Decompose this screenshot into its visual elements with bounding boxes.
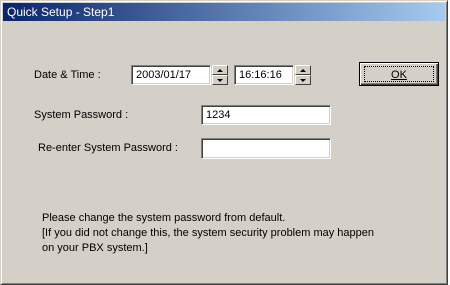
time-spin-down-button[interactable] [295,75,311,85]
ok-button[interactable]: OK [359,62,439,86]
title-bar[interactable]: Quick Setup - Step1 [3,3,445,21]
date-spin-down-button[interactable] [212,75,228,85]
quick-setup-dialog: Quick Setup - Step1 Date & Time : OK Sys… [0,0,448,285]
password-notice: Please change the system password from d… [42,211,374,256]
date-time-label: Date & Time : [34,69,101,81]
ok-button-label: OK [391,69,407,81]
date-spinner[interactable] [212,65,228,85]
date-spin-up-button[interactable] [212,65,228,75]
notice-line: on your PBX system.] [42,242,148,254]
spin-up-arrow-icon [217,69,223,72]
time-spinner[interactable] [295,65,311,85]
ok-focus-rect: OK [364,66,434,82]
notice-line: Please change the system password from d… [42,212,286,224]
spin-up-arrow-icon [300,69,306,72]
reenter-password-field[interactable] [201,138,331,159]
system-password-field[interactable] [201,105,331,125]
time-spin-up-button[interactable] [295,65,311,75]
spin-down-arrow-icon [300,79,306,82]
reenter-password-label: Re-enter System Password : [38,142,178,154]
window-title: Quick Setup - Step1 [7,5,115,19]
system-password-label: System Password : [34,109,129,121]
notice-line: [If you did not change this, the system … [42,227,375,239]
date-field[interactable] [131,65,211,85]
spin-down-arrow-icon [217,79,223,82]
time-field[interactable] [234,65,294,85]
